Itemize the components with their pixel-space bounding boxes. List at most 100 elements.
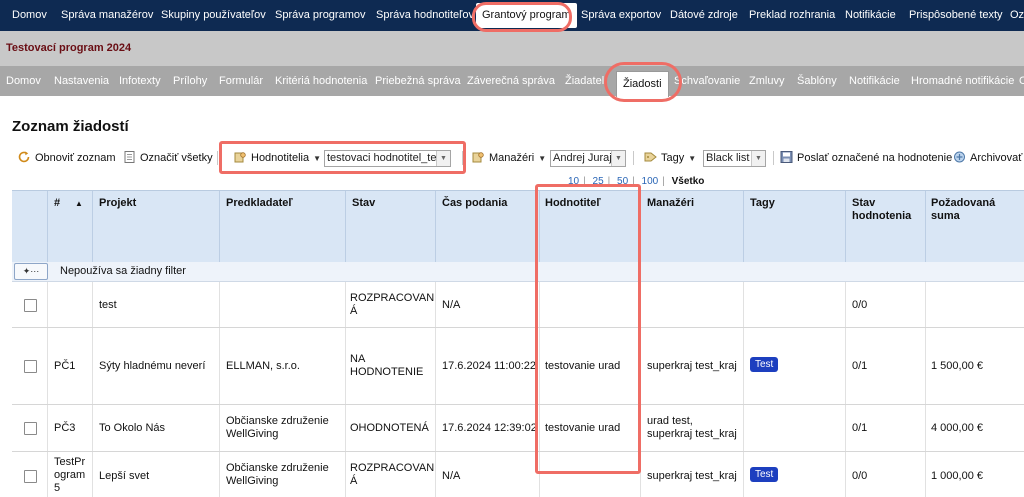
cell-project[interactable]: Sýty hladnému neverí xyxy=(99,360,205,373)
managers-label: Manažéri xyxy=(489,152,535,164)
col-header-evaluator[interactable]: Hodnotiteľ xyxy=(545,197,601,210)
col-header-requested-amount[interactable]: Požadovaná suma xyxy=(931,197,1024,223)
tag-icon xyxy=(644,152,657,162)
top-nav-item-grantovy-program[interactable]: Grantový program xyxy=(476,3,577,28)
cell-evaluator: testovanie urad xyxy=(545,360,621,372)
page-size-all[interactable]: Všetko xyxy=(672,176,705,187)
sub-nav-item-priebezna-sprava[interactable]: Priebežná správa xyxy=(375,66,461,96)
tag-select[interactable]: Black list ▼ xyxy=(703,150,766,167)
page-title: Zoznam žiadostí xyxy=(12,118,129,135)
table-row[interactable]: PČ3 To Okolo Nás Občianske združenie Wel… xyxy=(12,405,1024,452)
cell-number: PČ1 xyxy=(54,360,76,372)
filter-row: ✦⋯ Nepoužíva sa žiadny filter xyxy=(12,262,1024,282)
cell-managers: urad test, superkraj test_kraj xyxy=(647,415,737,440)
cell-submitted: 17.6.2024 12:39:02 xyxy=(442,422,537,434)
tag-badge[interactable]: Test xyxy=(750,467,779,482)
row-checkbox[interactable] xyxy=(24,299,37,312)
archive-label: Archivovať xyxy=(970,152,1023,164)
archive-button[interactable]: Archivovať xyxy=(953,146,1022,170)
cell-applicant: Občianske združenie WellGiving xyxy=(226,415,329,440)
top-nav-item-skupiny-pouzivatelov[interactable]: Skupiny používateľov xyxy=(161,0,266,31)
top-nav-item-notifikacie[interactable]: Notifikácie xyxy=(845,0,896,31)
sub-nav-item-notifikacie[interactable]: Notifikácie xyxy=(849,66,900,96)
sub-nav-item-hromadne-notifikacie[interactable]: Hromadné notifikácie xyxy=(911,66,1014,96)
page-size-100[interactable]: 100 xyxy=(642,176,659,187)
col-header-state[interactable]: Stav xyxy=(352,197,375,210)
archive-icon xyxy=(954,151,965,163)
sub-nav-item-schvalovanie[interactable]: Schvaľovanie xyxy=(674,66,740,96)
program-title: Testovací program 2024 xyxy=(6,42,132,54)
table-row[interactable]: PČ1 Sýty hladnému neverí ELLMAN, s.r.o. … xyxy=(12,328,1024,405)
sub-nav-item-prilohy[interactable]: Prílohy xyxy=(173,66,207,96)
pagination: 10 | 25 | 50 | 100 | Všetko xyxy=(568,176,705,187)
toolbar-divider xyxy=(217,151,218,165)
page-size-25[interactable]: 25 xyxy=(593,176,604,187)
top-nav-item-datove-zdroje[interactable]: Dátové zdroje xyxy=(670,0,738,31)
chevron-down-icon: ▼ xyxy=(611,151,625,166)
mark-all-button[interactable]: Označiť všetky xyxy=(123,146,213,170)
save-icon xyxy=(780,151,793,163)
cell-project[interactable]: To Okolo Nás xyxy=(99,422,165,435)
top-nav-item-prisposobene-texty[interactable]: Prispôsobené texty xyxy=(909,0,1003,31)
tags-menu-button[interactable]: Tagy ▼ xyxy=(644,146,696,170)
cell-submitted: 17.6.2024 11:00:22 xyxy=(442,360,536,372)
top-nav-item-sprava-programov[interactable]: Správa programov xyxy=(275,0,366,31)
sub-nav-item-ziadatel[interactable]: Žiadatel xyxy=(565,66,604,96)
cell-project[interactable]: Lepší svet xyxy=(99,470,149,483)
cell-state: ROZPRACOVAN Á xyxy=(350,292,435,317)
cell-submitted: N/A xyxy=(442,470,461,482)
cell-evaluation-state: 0/0 xyxy=(852,470,868,482)
top-nav-item-more[interactable]: Oz xyxy=(1010,0,1024,31)
program-sub-nav: Domov Nastavenia Infotexty Prílohy Formu… xyxy=(0,66,1024,97)
sub-nav-item-domov[interactable]: Domov xyxy=(6,66,41,96)
sub-nav-item-sablony[interactable]: Šablóny xyxy=(797,66,837,96)
page-size-10[interactable]: 10 xyxy=(568,176,579,187)
program-title-bar: Testovací program 2024 xyxy=(0,31,1024,66)
sort-asc-icon[interactable]: ▲ xyxy=(75,197,83,210)
top-nav-item-sprava-hodnotitelov[interactable]: Správa hodnotiteľov xyxy=(376,0,474,31)
filter-button[interactable]: ✦⋯ xyxy=(14,263,48,280)
top-nav-item-sprava-manazerov[interactable]: Správa manažérov xyxy=(61,0,153,31)
cell-evaluation-state: 0/1 xyxy=(852,422,868,434)
mark-all-label: Označiť všetky xyxy=(140,152,213,164)
sub-nav-item-zaverecna-sprava[interactable]: Záverečná správa xyxy=(467,66,555,96)
managers-menu-button[interactable]: Manažéri ▼ xyxy=(472,146,546,170)
col-header-number[interactable]: # xyxy=(54,197,60,210)
cell-amount: 1 000,00 € xyxy=(931,470,983,482)
sub-nav-item-zmluvy[interactable]: Zmluvy xyxy=(749,66,784,96)
send-to-evaluation-button[interactable]: Poslať označené na hodnotenie xyxy=(780,146,952,170)
col-header-submitted[interactable]: Čas podania xyxy=(442,197,507,210)
page-size-50[interactable]: 50 xyxy=(617,176,628,187)
row-checkbox[interactable] xyxy=(24,422,37,435)
cell-number: PČ3 xyxy=(54,422,76,434)
cell-evaluation-state: 0/0 xyxy=(852,299,868,311)
col-header-applicant[interactable]: Predkladateľ xyxy=(226,197,293,210)
evaluator-select[interactable]: testovaci hodnotitel_test ▼ xyxy=(324,150,451,167)
sub-nav-item-ziadosti[interactable]: Žiadosti xyxy=(616,71,669,97)
top-nav-item-domov[interactable]: Domov xyxy=(12,0,47,31)
col-header-project[interactable]: Projekt xyxy=(99,197,136,210)
row-checkbox[interactable] xyxy=(24,360,37,373)
chevron-down-icon: ▼ xyxy=(436,151,450,166)
sub-nav-item-infotexty[interactable]: Infotexty xyxy=(119,66,161,96)
tag-badge[interactable]: Test xyxy=(750,357,779,372)
sub-nav-item-formular[interactable]: Formulár xyxy=(219,66,263,96)
col-header-managers[interactable]: Manažéri xyxy=(647,197,694,210)
evaluators-menu-button[interactable]: Hodnotitelia ▼ xyxy=(234,146,321,170)
col-header-evaluation-state[interactable]: Stav hodnotenia xyxy=(852,197,911,223)
top-nav-item-preklad-rozhrania[interactable]: Preklad rozhrania xyxy=(749,0,835,31)
col-header-evaluation-state-line1: Stav xyxy=(852,197,876,209)
sub-nav-item-more[interactable]: O xyxy=(1019,66,1024,96)
row-checkbox[interactable] xyxy=(24,470,37,483)
table-row[interactable]: TestPr ogram 5 Lepší svet Občianske zdru… xyxy=(12,452,1024,497)
top-nav-item-sprava-exportov[interactable]: Správa exportov xyxy=(581,0,661,31)
users-icon xyxy=(472,152,484,163)
manager-select[interactable]: Andrej Juraj ▼ xyxy=(550,150,626,167)
table-row[interactable]: test ROZPRACOVAN Á N/A 0/0 xyxy=(12,282,1024,328)
cell-project[interactable]: test xyxy=(99,299,117,312)
sub-nav-item-kriteria-hodnotenia[interactable]: Kritériá hodnotenia xyxy=(275,66,367,96)
sub-nav-item-nastavenia[interactable]: Nastavenia xyxy=(54,66,109,96)
col-header-tags[interactable]: Tagy xyxy=(750,197,775,210)
document-icon xyxy=(124,151,135,163)
refresh-button[interactable]: Obnoviť zoznam xyxy=(18,146,116,170)
